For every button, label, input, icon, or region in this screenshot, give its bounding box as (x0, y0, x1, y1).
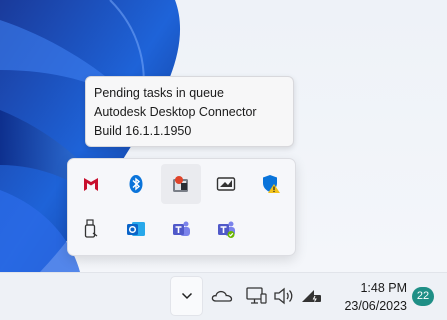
onedrive-icon[interactable] (210, 284, 234, 308)
windows-security-warning-icon[interactable] (251, 164, 291, 204)
tray-overflow-flyout (67, 158, 296, 256)
notification-count-badge[interactable]: 22 (412, 287, 434, 306)
autodesk-desktop-connector-icon[interactable] (161, 164, 201, 204)
clock-date: 23/06/2023 (344, 299, 407, 313)
mcafee-icon[interactable] (71, 164, 111, 204)
taskbar-clock[interactable]: 1:48 PM 23/06/2023 (344, 279, 407, 315)
battery-charging-icon[interactable] (299, 284, 323, 308)
bluetooth-icon[interactable] (116, 164, 156, 204)
teams-status-icon[interactable] (206, 209, 246, 249)
show-hidden-icons-button[interactable] (170, 276, 203, 316)
tooltip-line-app-name: Autodesk Desktop Connector (94, 105, 257, 119)
outlook-icon[interactable] (116, 209, 156, 249)
taskbar: 1:48 PM 23/06/2023 22 (0, 272, 447, 320)
tray-icon-tooltip: Pending tasks in queue Autodesk Desktop … (85, 76, 294, 147)
usb-drive-icon[interactable] (71, 209, 111, 249)
tooltip-line-build: Build 16.1.1.1950 (94, 124, 192, 138)
network-icon[interactable] (244, 284, 268, 308)
speaker-volume-icon[interactable] (272, 284, 296, 308)
chevron-down-icon (181, 292, 192, 300)
tooltip-line-status: Pending tasks in queue (94, 86, 224, 100)
teams-icon[interactable] (161, 209, 201, 249)
safely-remove-hardware-icon[interactable] (206, 164, 246, 204)
clock-time: 1:48 PM (360, 281, 407, 295)
